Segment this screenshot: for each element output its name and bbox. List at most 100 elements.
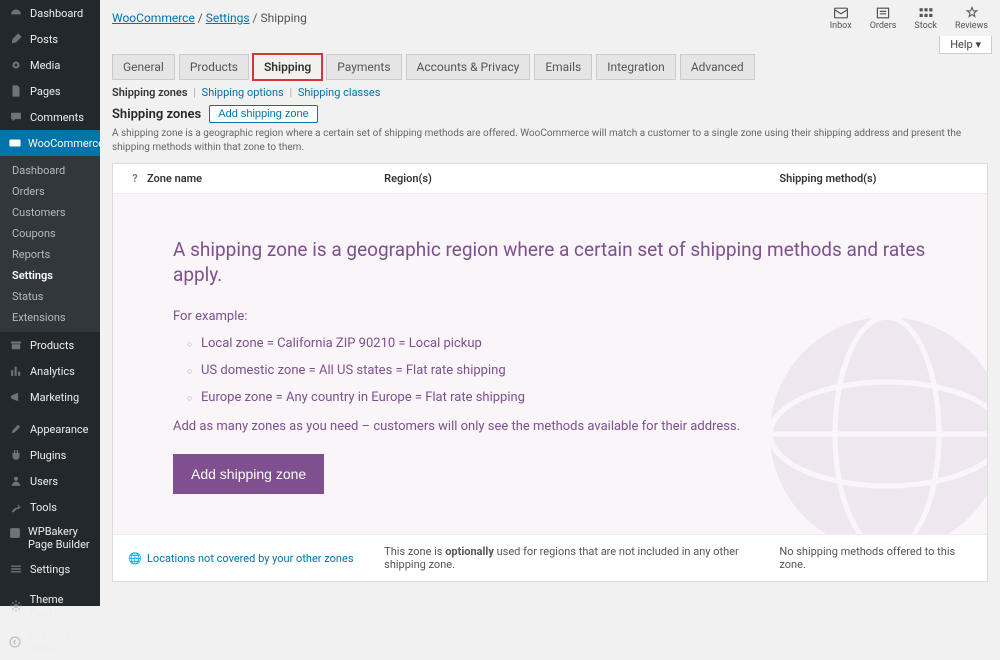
tab-products[interactable]: Products bbox=[179, 54, 249, 80]
sub-orders[interactable]: Orders bbox=[0, 181, 100, 202]
sidebar-item-dashboard[interactable]: Dashboard bbox=[0, 0, 100, 26]
page-icon bbox=[8, 83, 24, 99]
crumb-woocommerce[interactable]: WooCommerce bbox=[112, 11, 195, 25]
uncovered-locations-link[interactable]: Locations not covered by your other zone… bbox=[147, 552, 354, 565]
list-item: Local zone = California ZIP 90210 = Loca… bbox=[187, 336, 927, 351]
sidebar-label: WPBakery Page Builder bbox=[28, 525, 92, 551]
sidebar-label: Plugins bbox=[30, 449, 66, 462]
sidebar-item-pages[interactable]: Pages bbox=[0, 78, 100, 104]
sidebar-item-posts[interactable]: Posts bbox=[0, 26, 100, 52]
collapse-icon bbox=[8, 634, 22, 650]
sub-shipping-classes[interactable]: Shipping classes bbox=[298, 86, 381, 99]
comment-icon bbox=[8, 109, 24, 125]
sub-reports[interactable]: Reports bbox=[0, 244, 100, 265]
sub-status[interactable]: Status bbox=[0, 286, 100, 307]
media-icon bbox=[8, 57, 24, 73]
sidebar-item-media[interactable]: Media bbox=[0, 52, 100, 78]
sidebar-item-tools[interactable]: Tools bbox=[0, 494, 100, 520]
sidebar-label: Users bbox=[30, 475, 58, 488]
add-zone-button[interactable]: Add shipping zone bbox=[209, 105, 318, 123]
sidebar-item-comments[interactable]: Comments bbox=[0, 104, 100, 130]
inbox-icon bbox=[832, 5, 850, 21]
globe-small-icon: 🌐 bbox=[123, 552, 147, 565]
tab-payments[interactable]: Payments bbox=[326, 54, 401, 80]
tab-emails[interactable]: Emails bbox=[534, 54, 592, 80]
sidebar-item-users[interactable]: Users bbox=[0, 468, 100, 494]
crumb-settings[interactable]: Settings bbox=[206, 11, 250, 25]
top-reviews[interactable]: Reviews bbox=[955, 5, 988, 31]
woo-icon bbox=[8, 135, 22, 151]
crumb-shipping: Shipping bbox=[260, 11, 306, 25]
sub-settings[interactable]: Settings bbox=[0, 265, 100, 286]
builder-icon bbox=[8, 525, 22, 541]
sub-extensions[interactable]: Extensions bbox=[0, 307, 100, 328]
sub-customers[interactable]: Customers bbox=[0, 202, 100, 223]
sidebar-label: Media bbox=[30, 59, 60, 72]
sliders-icon bbox=[8, 561, 24, 577]
sidebar-label: Posts bbox=[30, 33, 58, 46]
sub-shipping-options[interactable]: Shipping options bbox=[202, 86, 284, 99]
sidebar-item-woocommerce[interactable]: WooCommerce bbox=[0, 130, 100, 156]
zones-description: A shipping zone is a geographic region w… bbox=[112, 127, 988, 155]
tab-shipping[interactable]: Shipping bbox=[253, 54, 322, 80]
settings-tabs: General Products Shipping Payments Accou… bbox=[112, 54, 988, 80]
gauge-icon bbox=[8, 5, 24, 21]
topbar: WooCommerce / Settings / Shipping Inbox … bbox=[100, 0, 1000, 36]
help-tab[interactable]: Help ▾ bbox=[939, 36, 992, 54]
col-regions: Region(s) bbox=[384, 172, 779, 185]
sidebar-label: Appearance bbox=[30, 423, 89, 436]
tab-general[interactable]: General bbox=[112, 54, 175, 80]
list-item: Europe zone = Any country in Europe = Fl… bbox=[187, 390, 927, 405]
sidebar-item-theme-panel[interactable]: Theme Panel bbox=[0, 588, 100, 624]
sub-coupons[interactable]: Coupons bbox=[0, 223, 100, 244]
page-title: Shipping zones bbox=[112, 107, 201, 122]
sub-shipping-zones: Shipping zones bbox=[112, 86, 188, 99]
top-inbox[interactable]: Inbox bbox=[830, 5, 852, 31]
grid-icon bbox=[917, 5, 935, 21]
sidebar-label: Collapse menu bbox=[28, 629, 92, 655]
plug-icon bbox=[8, 447, 24, 463]
brush-icon bbox=[8, 421, 24, 437]
sidebar-item-marketing[interactable]: Marketing bbox=[0, 384, 100, 410]
breadcrumb: WooCommerce / Settings / Shipping bbox=[112, 11, 307, 25]
sidebar-item-plugins[interactable]: Plugins bbox=[0, 442, 100, 468]
empty-add-zone-button[interactable]: Add shipping zone bbox=[173, 454, 324, 494]
zones-table: ? Zone name Region(s) Shipping method(s)… bbox=[112, 163, 988, 582]
sub-dashboard[interactable]: Dashboard bbox=[0, 160, 100, 181]
help-icon[interactable]: ? bbox=[123, 172, 147, 185]
megaphone-icon bbox=[8, 389, 24, 405]
top-stock[interactable]: Stock bbox=[914, 5, 937, 31]
sidebar-item-analytics[interactable]: Analytics bbox=[0, 358, 100, 384]
sidebar-label: Dashboard bbox=[30, 7, 83, 20]
gear-icon bbox=[8, 598, 24, 614]
top-icons: Inbox Orders Stock Reviews bbox=[830, 5, 988, 31]
sidebar-label: Marketing bbox=[30, 391, 79, 404]
table-header: ? Zone name Region(s) Shipping method(s) bbox=[113, 164, 987, 194]
wrench-icon bbox=[8, 499, 24, 515]
sidebar-label: Analytics bbox=[30, 365, 75, 378]
sidebar-label: Settings bbox=[30, 563, 70, 576]
sidebar-item-settings[interactable]: Settings bbox=[0, 556, 100, 582]
sidebar-item-appearance[interactable]: Appearance bbox=[0, 416, 100, 442]
sidebar-label: WooCommerce bbox=[28, 137, 104, 150]
list-item: US domestic zone = All US states = Flat … bbox=[187, 363, 927, 378]
sub-tab-links: Shipping zones | Shipping options | Ship… bbox=[112, 86, 988, 99]
orders-icon bbox=[874, 5, 892, 21]
pin-icon bbox=[8, 31, 24, 47]
tfoot-mid: This zone is optionally used for regions… bbox=[384, 545, 779, 571]
tab-advanced[interactable]: Advanced bbox=[680, 54, 755, 80]
sidebar-item-wpbakery[interactable]: WPBakery Page Builder bbox=[0, 520, 100, 556]
sidebar-item-collapse[interactable]: Collapse menu bbox=[0, 624, 100, 660]
sidebar-item-products[interactable]: Products bbox=[0, 332, 100, 358]
tab-accounts-privacy[interactable]: Accounts & Privacy bbox=[406, 54, 531, 80]
tab-integration[interactable]: Integration bbox=[596, 54, 676, 80]
tfoot-right: No shipping methods offered to this zone… bbox=[779, 545, 977, 571]
main: WooCommerce / Settings / Shipping Inbox … bbox=[100, 0, 1000, 606]
sidebar-label: Pages bbox=[30, 85, 61, 98]
sidebar-label: Products bbox=[30, 339, 74, 352]
top-orders[interactable]: Orders bbox=[870, 5, 897, 31]
user-icon bbox=[8, 473, 24, 489]
archive-icon bbox=[8, 337, 24, 353]
empty-list: Local zone = California ZIP 90210 = Loca… bbox=[187, 336, 927, 405]
sidebar-label: Theme Panel bbox=[30, 593, 92, 619]
